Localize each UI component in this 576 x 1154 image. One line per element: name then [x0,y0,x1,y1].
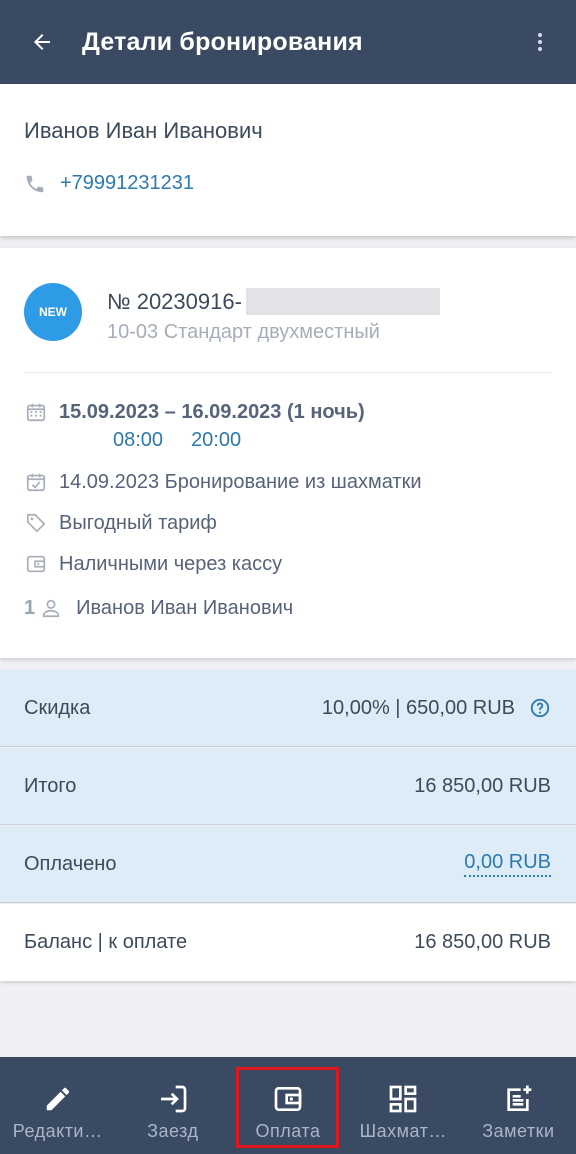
guest-card: Иванов Иван Иванович +79991231231 [0,84,576,236]
total-row: Итого 16 850,00 RUB [0,748,576,825]
wallet-icon [24,552,48,576]
grid-icon [386,1082,420,1116]
guests-row: 1 Иванов Иван Иванович [24,596,293,620]
phone-link[interactable]: +79991231231 [60,172,194,195]
guest-name-row: Иванов Иван Иванович [76,596,294,619]
discount-row: Скидка 10,00% | 650,00 RUB [0,670,576,747]
booking-card: NEW № 20230916- 10-03 Стандарт двухместн… [0,248,576,658]
divider [24,372,552,373]
guest-count: 1 [24,596,36,619]
highlight-box [236,1067,339,1148]
tab-chessboard-label: Шахмат… [359,1121,447,1141]
phone-icon [26,175,44,192]
stay-times: 08:00 20:00 [113,429,241,452]
note-add-icon [501,1082,535,1116]
tab-chessboard[interactable]: Шахмат… [346,1057,461,1154]
pencil-icon [41,1082,75,1116]
created-row: 14.09.2023 Бронирование из шахматки [24,470,422,494]
tariff-row: Выгодный тариф [24,511,217,535]
app-bar: Детали бронирования [0,0,576,84]
login-icon [156,1082,190,1116]
booking-number: № 20230916- [107,288,440,315]
tariff-text: Выгодный тариф [59,511,217,534]
total-value: 16 850,00 RUB [414,774,551,797]
paid-label: Оплачено [24,852,117,875]
help-icon[interactable] [529,697,551,719]
tab-checkin-label: Заезд [147,1121,199,1141]
payment-method-text: Наличными через кассу [59,552,283,575]
checkin-time[interactable]: 08:00 [113,429,163,451]
paid-value-link[interactable]: 0,00 RUB [464,851,551,877]
created-text: 14.09.2023 Бронирование из шахматки [59,470,422,493]
page-title: Детали бронирования [82,27,363,56]
booking-number-text: № 20230916- [107,288,242,314]
balance-value: 16 850,00 RUB [414,931,551,953]
balance-label: Баланс | к оплате [24,931,188,953]
payment-method-row: Наличными через кассу [24,552,282,576]
total-label: Итого [24,774,77,797]
checkout-time[interactable]: 20:00 [191,429,241,451]
more-menu-button[interactable] [524,26,556,58]
discount-value: 10,00% | 650,00 RUB [321,696,515,719]
balance-row: Баланс | к оплате 16 850,00 RUB [0,904,576,981]
calendar-icon [24,400,48,424]
guest-name: Иванов Иван Иванович [24,118,263,143]
redacted-block [245,288,440,315]
paid-row: Оплачено 0,00 RUB [0,826,576,903]
tab-notes-label: Заметки [482,1121,555,1141]
discount-label: Скидка [24,696,91,719]
arrow-left-icon [34,34,50,50]
tab-checkin[interactable]: Заезд [115,1057,230,1154]
tab-notes[interactable]: Заметки [461,1057,576,1154]
calendar-check-icon [24,470,48,494]
status-badge: NEW [24,283,82,341]
phone-row[interactable]: +79991231231 [24,172,194,195]
more-vert-icon [538,33,542,51]
tab-edit-label: Редакти… [12,1121,103,1141]
person-icon [39,596,63,620]
room-type: 10-03 Стандарт двухместный [107,321,380,343]
tab-edit[interactable]: Редакти… [0,1057,115,1154]
stay-dates: 15.09.2023 – 16.09.2023 (1 ночь) [59,400,365,423]
dates-row: 15.09.2023 – 16.09.2023 (1 ночь) [24,400,365,424]
back-button[interactable] [22,22,62,62]
tag-icon [24,511,48,535]
